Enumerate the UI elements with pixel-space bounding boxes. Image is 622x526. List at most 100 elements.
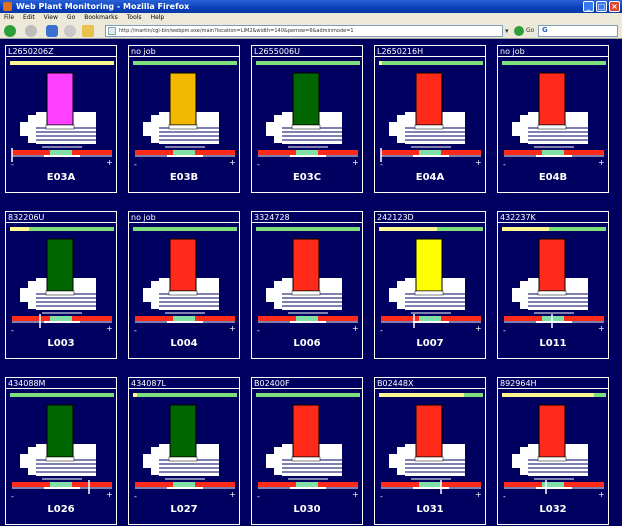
machine-card[interactable]: 434088M - + L026 — [5, 377, 117, 525]
machine-name: E04A — [415, 172, 445, 183]
gauge-plus-label: + — [475, 324, 482, 333]
machine-name: E03B — [169, 172, 199, 183]
machine-column-foot — [414, 456, 444, 462]
machine-card[interactable]: B02400F - + L030 — [251, 377, 363, 525]
machine-status-column — [415, 238, 443, 292]
menu-bookmarks[interactable]: Bookmarks — [84, 13, 118, 22]
gauge-target-zone — [50, 150, 72, 155]
machine-column-foot — [291, 290, 321, 296]
url-field[interactable]: http://martin/cgi-bin/webpm.exe/main?loc… — [105, 25, 503, 37]
gauge-minus-label: - — [380, 492, 383, 501]
machine-name: L027 — [170, 504, 198, 515]
machine-base-step — [274, 281, 282, 309]
machine-grid: L2650206Z - + E03A no job - + E03B L2655006U - + E0… — [0, 40, 622, 526]
gauge-target-zone — [419, 316, 441, 321]
go-arrow-icon[interactable] — [514, 26, 524, 36]
machine-name: E04B — [538, 172, 568, 183]
gauge-plus-label: + — [475, 490, 482, 499]
gauge-minus-label: - — [134, 160, 137, 169]
gauge-minus-label: - — [380, 160, 383, 169]
machine-base-step — [151, 115, 159, 143]
machine-base-step — [520, 281, 528, 309]
home-icon[interactable] — [82, 25, 94, 37]
gauge-target-zone — [50, 316, 72, 321]
machine-card[interactable]: 242123D - + L007 — [374, 211, 486, 359]
machine-name: L026 — [47, 504, 75, 515]
machine-status-column — [538, 72, 566, 126]
machine-status-column — [169, 404, 197, 458]
machine-card[interactable]: no job - + E04B — [497, 45, 609, 193]
gauge-minus-label: - — [257, 160, 260, 169]
menu-bar: File Edit View Go Bookmarks Tools Help — [0, 13, 622, 22]
search-input[interactable]: G — [538, 25, 618, 37]
machine-card[interactable]: L2655006U - + E03C — [251, 45, 363, 193]
machine-card[interactable]: 434087L - + L027 — [128, 377, 240, 525]
machine-card[interactable]: 832206U - + L003 — [5, 211, 117, 359]
machine-column-foot — [414, 290, 444, 296]
close-button[interactable]: × — [609, 1, 620, 12]
machine-name: L007 — [416, 338, 444, 349]
machine-name: L011 — [539, 338, 567, 349]
url-text: http://martin/cgi-bin/webpm.exe/main?loc… — [119, 28, 354, 34]
machine-status-column — [415, 72, 443, 126]
machine-card[interactable]: 892964H - + L032 — [497, 377, 609, 525]
go-label[interactable]: Go — [526, 27, 534, 34]
machine-card[interactable]: B02448X - + L031 — [374, 377, 486, 525]
machine-column-foot — [168, 290, 198, 296]
gauge-plus-label: + — [106, 490, 113, 499]
machine-status-column — [415, 404, 443, 458]
maximize-button[interactable]: □ — [596, 1, 607, 12]
gauge-minus-label: - — [503, 492, 506, 501]
machine-card[interactable]: no job - + L004 — [128, 211, 240, 359]
machine-column-foot — [45, 456, 75, 462]
machine-status-column — [292, 238, 320, 292]
gauge-minus-label: - — [503, 326, 506, 335]
gauge-plus-label: + — [598, 324, 605, 333]
machine-column-foot — [45, 290, 75, 296]
gauge-plus-label: + — [598, 158, 605, 167]
menu-file[interactable]: File — [4, 13, 14, 22]
machine-base-step — [397, 447, 405, 475]
machine-name: L006 — [293, 338, 321, 349]
menu-tools[interactable]: Tools — [127, 13, 142, 22]
machine-column-foot — [537, 124, 567, 130]
machine-card[interactable]: 3324728- + L006 — [251, 211, 363, 359]
gauge-minus-label: - — [503, 160, 506, 169]
machine-card[interactable]: L2650216H - + E04A — [374, 45, 486, 193]
machine-base-step — [28, 115, 36, 143]
gauge-minus-label: - — [380, 326, 383, 335]
machine-card[interactable]: 432237K - + L011 — [497, 211, 609, 359]
minimize-button[interactable]: _ — [583, 1, 594, 12]
chevron-down-icon[interactable]: ▾ — [505, 27, 509, 35]
menu-view[interactable]: View — [44, 13, 58, 22]
machine-base-step — [151, 447, 159, 475]
gauge-target-zone — [419, 482, 441, 487]
forward-arrow-icon[interactable] — [25, 25, 37, 37]
machine-base-step — [274, 115, 282, 143]
gauge-target-zone — [296, 150, 318, 155]
menu-edit[interactable]: Edit — [23, 13, 35, 22]
back-arrow-icon[interactable] — [4, 25, 16, 37]
machine-base-step — [274, 447, 282, 475]
machine-base-step — [397, 115, 405, 143]
machine-name: L032 — [539, 504, 567, 515]
gauge-minus-label: - — [11, 326, 14, 335]
navigation-toolbar: http://martin/cgi-bin/webpm.exe/main?loc… — [0, 22, 622, 39]
machine-name: L030 — [293, 504, 321, 515]
machine-status-column — [169, 72, 197, 126]
gauge-target-zone — [542, 150, 564, 155]
menu-go[interactable]: Go — [67, 13, 75, 22]
machine-column-foot — [537, 456, 567, 462]
machine-status-column — [292, 404, 320, 458]
machine-base-step — [151, 281, 159, 309]
machine-card[interactable]: L2650206Z - + E03A — [5, 45, 117, 193]
stop-icon[interactable] — [64, 25, 76, 37]
menu-help[interactable]: Help — [151, 13, 165, 22]
machine-base-step — [397, 281, 405, 309]
title-bar: Web Plant Monitoring - Mozilla Firefox _… — [0, 0, 622, 13]
gauge-minus-label: - — [134, 326, 137, 335]
gauge-target-zone — [50, 482, 72, 487]
reload-icon[interactable] — [46, 25, 58, 37]
machine-column-foot — [168, 124, 198, 130]
machine-card[interactable]: no job - + E03B — [128, 45, 240, 193]
